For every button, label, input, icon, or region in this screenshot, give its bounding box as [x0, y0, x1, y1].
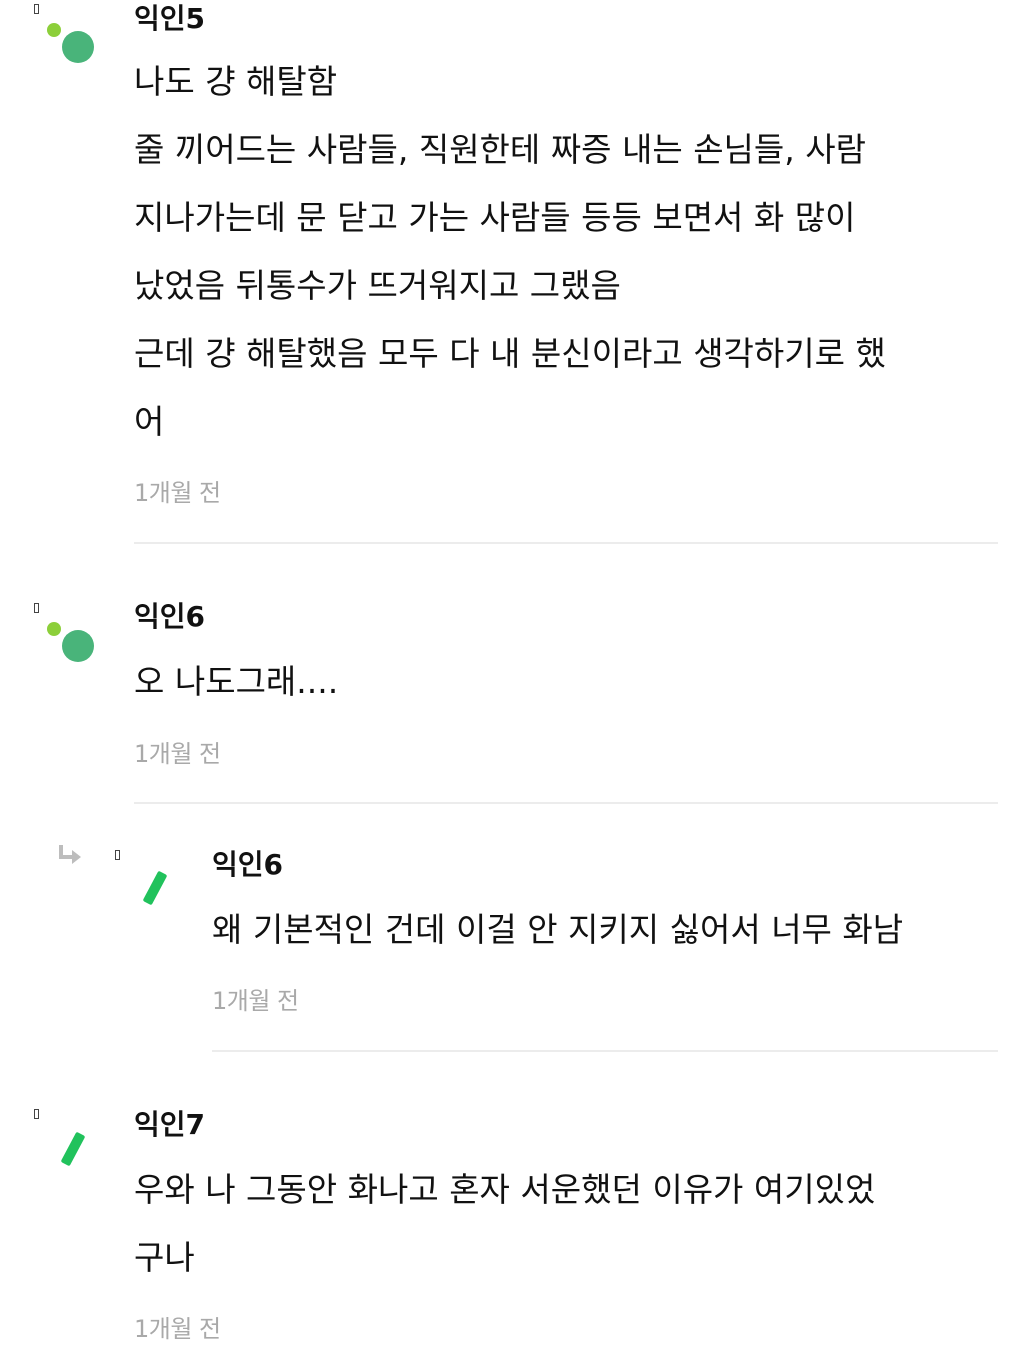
comment-line: 지나가는데 문 닫고 가는 사람들 등등 보면서 화 많이 [134, 198, 856, 237]
comment-divider [134, 542, 998, 544]
comment-body: 왜 기본적인 건데 이걸 안 지키지 싫어서 너무 화남 [212, 896, 903, 964]
comment-body: 나도 걍 해탈함 줄 끼어드는 사람들, 직원한테 짜증 내는 손님들, 사람 … [134, 48, 886, 456]
comment-marker-icon [34, 4, 39, 14]
comment-author[interactable]: 익인6 [134, 600, 205, 634]
comment-body: 우와 나 그동안 화나고 혼자 서운했던 이유가 여기있었 구나 [134, 1156, 875, 1292]
green-slash-icon [142, 870, 168, 906]
comment-body: 오 나도그래.... [134, 648, 338, 716]
comment-line: 났었음 뒤통수가 뜨거워지고 그랬음 [134, 266, 621, 305]
comment-divider [212, 1050, 998, 1052]
reply-arrow-icon [59, 845, 81, 864]
comment-marker-icon [115, 850, 120, 860]
comment-line: 어 [134, 402, 165, 441]
green-slash-icon [60, 1131, 86, 1167]
comment-line: 왜 기본적인 건데 이걸 안 지키지 싫어서 너무 화남 [212, 910, 904, 949]
comment-timestamp: 1개월 전 [134, 479, 221, 507]
comment-line: 오 나도그래.... [134, 662, 339, 701]
comment-timestamp: 1개월 전 [134, 1315, 221, 1343]
comment-author[interactable]: 익인7 [134, 1108, 205, 1142]
comment-line: 구나 [134, 1238, 195, 1277]
comment-marker-icon [34, 1109, 39, 1119]
comment-author[interactable]: 익인6 [212, 848, 283, 882]
comment-line: 나도 걍 해탈함 [134, 62, 338, 101]
comment-timestamp: 1개월 전 [134, 740, 221, 768]
comment-line: 줄 끼어드는 사람들, 직원한테 짜증 내는 손님들, 사람 [134, 130, 866, 169]
comment-author[interactable]: 익인5 [134, 2, 205, 36]
comment-divider [134, 802, 998, 804]
comment-marker-icon [34, 603, 39, 613]
comment-line: 우와 나 그동안 화나고 혼자 서운했던 이유가 여기있었 [134, 1170, 876, 1209]
comment-line: 근데 걍 해탈했음 모두 다 내 분신이라고 생각하기로 했 [134, 334, 886, 373]
comment-timestamp: 1개월 전 [212, 987, 299, 1015]
